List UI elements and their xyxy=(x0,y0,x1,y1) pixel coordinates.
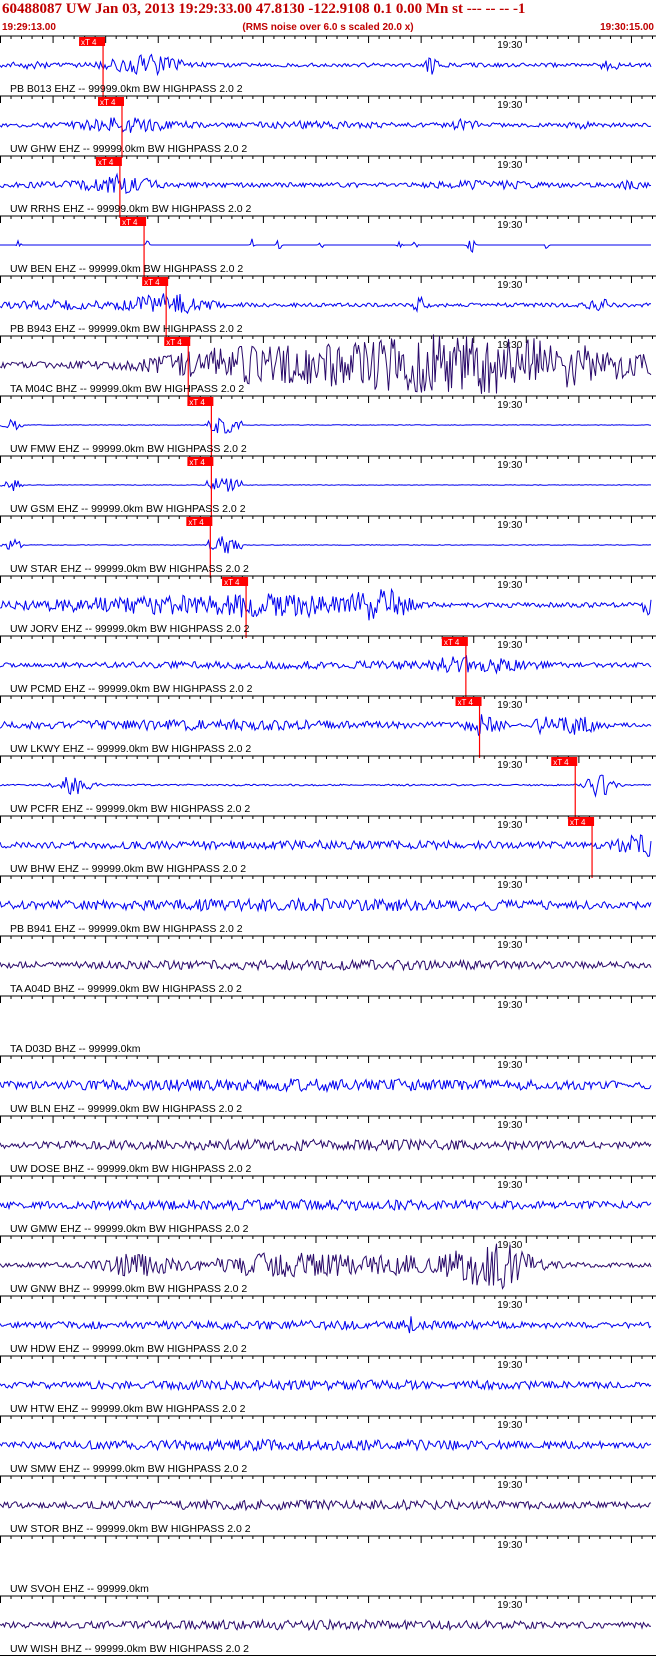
station-label: UW SVOH EHZ -- 99999.0km xyxy=(10,1583,149,1595)
station-label: UW HTW EHZ -- 99999.0km BW HIGHPASS 2.0 … xyxy=(10,1403,246,1415)
waveform-trace xyxy=(0,53,652,77)
waveform-trace xyxy=(0,172,652,195)
station-label: UW BHW EHZ -- 99999.0km BW HIGHPASS 2.0 … xyxy=(10,863,246,875)
station-label: UW PCFR EHZ -- 99999.0km BW HIGHPASS 2.0… xyxy=(10,803,250,815)
minute-tick-label: 19:30 xyxy=(497,520,522,531)
pick-marker-label: xT 4 xyxy=(81,38,97,47)
minute-tick-label: 19:30 xyxy=(497,1420,522,1431)
waveform-trace xyxy=(0,654,652,675)
minute-tick-label: 19:30 xyxy=(497,1180,522,1191)
waveform-trace xyxy=(0,774,652,798)
waveform-trace xyxy=(0,293,652,315)
waveform-trace xyxy=(0,1378,652,1392)
pick-marker-label: xT 4 xyxy=(122,218,138,227)
waveform-trace xyxy=(0,1243,652,1290)
minute-tick-label: 19:30 xyxy=(497,580,522,591)
minute-tick-label: 19:30 xyxy=(497,160,522,171)
station-label: UW PCMD EHZ -- 99999.0km BW HIGHPASS 2.0… xyxy=(10,683,253,695)
waveform-trace xyxy=(0,587,652,621)
waveform-trace xyxy=(0,1078,652,1094)
waveform-trace xyxy=(0,958,652,972)
minute-tick-label: 19:30 xyxy=(497,940,522,951)
minute-tick-label: 19:30 xyxy=(497,100,522,111)
pick-marker-label: xT 4 xyxy=(144,278,160,287)
waveform-trace xyxy=(0,834,652,858)
waveform-trace xyxy=(0,1316,652,1334)
waveform-trace xyxy=(0,1618,651,1632)
station-label: UW STAR EHZ -- 99999.0km BW HIGHPASS 2.0… xyxy=(10,563,249,575)
station-label: UW STOR BHZ -- 99999.0km BW HIGHPASS 2.0… xyxy=(10,1523,251,1535)
minute-tick-label: 19:30 xyxy=(497,1600,522,1611)
pick-marker-label: xT 4 xyxy=(224,578,240,587)
station-label: UW BEN EHZ -- 99999.0km BW HIGHPASS 2.0 … xyxy=(10,263,243,275)
minute-tick-label: 19:30 xyxy=(497,1540,522,1551)
minute-tick-label: 19:30 xyxy=(497,880,522,891)
station-label: UW GMW EHZ -- 99999.0km BW HIGHPASS 2.0 … xyxy=(10,1223,249,1235)
station-label: TA M04C BHZ -- 99999.0km BW HIGHPASS 2.0… xyxy=(10,383,244,395)
minute-tick-label: 19:30 xyxy=(497,400,522,411)
waveform-trace xyxy=(0,417,652,434)
waveform-trace xyxy=(0,1498,652,1512)
waveform-trace xyxy=(0,117,652,133)
station-label: UW GHW EHZ -- 99999.0km BW HIGHPASS 2.0 … xyxy=(10,143,247,155)
pick-marker-label: xT 4 xyxy=(553,758,569,767)
station-label: UW GSM EHZ -- 99999.0km BW HIGHPASS 2.0 … xyxy=(10,503,246,515)
minute-tick-label: 19:30 xyxy=(497,1480,522,1491)
station-label: TA D03D BHZ -- 99999.0km xyxy=(10,1043,141,1055)
pick-marker-label: xT 4 xyxy=(458,698,474,707)
waveform-trace xyxy=(0,714,652,737)
station-label: UW GNW BHZ -- 99999.0km BW HIGHPASS 2.0 … xyxy=(10,1283,247,1295)
station-label: PB B943 EHZ -- 99999.0km BW HIGHPASS 2.0… xyxy=(10,323,243,335)
station-label: UW DOSE BHZ -- 99999.0km BW HIGHPASS 2.0… xyxy=(10,1163,252,1175)
minute-tick-label: 19:30 xyxy=(497,640,522,651)
waveform-trace xyxy=(0,1138,652,1152)
minute-tick-label: 19:30 xyxy=(497,40,522,51)
pick-marker-label: xT 4 xyxy=(100,98,116,107)
waveform-trace xyxy=(0,477,652,492)
minute-tick-label: 19:30 xyxy=(497,700,522,711)
station-label: UW SMW EHZ -- 99999.0km BW HIGHPASS 2.0 … xyxy=(10,1463,247,1475)
minute-tick-label: 19:30 xyxy=(497,220,522,231)
waveform-trace xyxy=(0,897,652,913)
station-label: PB B941 EHZ -- 99999.0km BW HIGHPASS 2.0… xyxy=(10,923,243,935)
station-label: UW BLN EHZ -- 99999.0km BW HIGHPASS 2.0 … xyxy=(10,1103,242,1115)
minute-tick-label: 19:30 xyxy=(497,760,522,771)
minute-tick-label: 19:30 xyxy=(497,820,522,831)
pick-marker-label: xT 4 xyxy=(188,518,204,527)
station-label: UW HDW EHZ -- 99999.0km BW HIGHPASS 2.0 … xyxy=(10,1343,247,1355)
seismogram-panel: 19:30 xT 4 PB B013 EHZ -- 99999.0km BW HIG… xyxy=(0,35,656,1656)
station-label: TA A04D BHZ -- 99999.0km BW HIGHPASS 2.0… xyxy=(10,983,242,995)
minute-tick-label: 19:30 xyxy=(497,340,522,351)
waveform-trace xyxy=(0,536,652,554)
minute-tick-label: 19:30 xyxy=(497,460,522,471)
pick-marker-label: xT 4 xyxy=(98,158,114,167)
station-label: UW WISH BHZ -- 99999.0km BW HIGHPASS 2.0… xyxy=(10,1643,249,1655)
pick-marker-label: xT 4 xyxy=(166,338,182,347)
minute-tick-label: 19:30 xyxy=(497,1000,522,1011)
minute-tick-label: 19:30 xyxy=(497,1300,522,1311)
pick-marker-label: xT 4 xyxy=(444,638,460,647)
waveform-trace xyxy=(0,238,651,254)
waveform-trace xyxy=(0,1438,652,1452)
station-label: UW RRHS EHZ -- 99999.0km BW HIGHPASS 2.0… xyxy=(10,203,252,215)
station-label: PB B013 EHZ -- 99999.0km BW HIGHPASS 2.0… xyxy=(10,83,243,95)
waveform-trace xyxy=(0,1198,652,1212)
minute-tick-label: 19:30 xyxy=(497,280,522,291)
pick-marker-label: xT 4 xyxy=(189,458,205,467)
minute-tick-label: 19:30 xyxy=(497,1360,522,1371)
station-label: UW LKWY EHZ -- 99999.0km BW HIGHPASS 2.0… xyxy=(10,743,251,755)
pick-marker-label: xT 4 xyxy=(189,398,205,407)
minute-tick-label: 19:30 xyxy=(497,1060,522,1071)
minute-tick-label: 19:30 xyxy=(497,1120,522,1131)
station-label: UW JORV EHZ -- 99999.0km BW HIGHPASS 2.0… xyxy=(10,623,250,635)
station-label: UW FMW EHZ -- 99999.0km BW HIGHPASS 2.0 … xyxy=(10,443,247,455)
pick-marker-label: xT 4 xyxy=(570,818,586,827)
